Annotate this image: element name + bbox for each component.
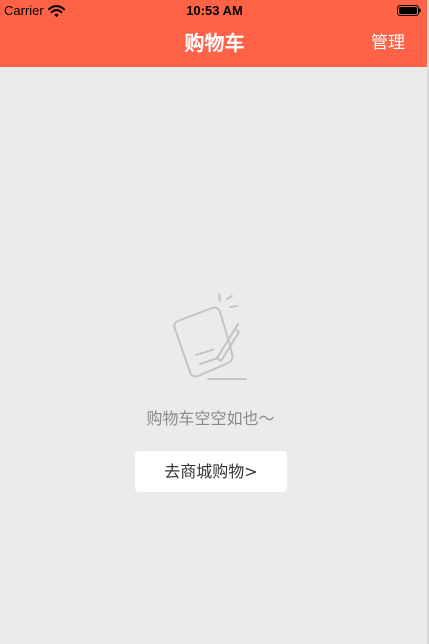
battery-icon: [397, 5, 421, 16]
empty-cart-message: 购物车空空如也～: [146, 409, 275, 428]
empty-cart-document-icon: [173, 293, 247, 380]
navigation-bar: 购物车 管理: [0, 22, 429, 67]
status-time: 10:53 AM: [186, 3, 243, 18]
status-bar: Carrier 10:53 AM: [0, 0, 429, 22]
page-title: 购物车: [184, 31, 245, 55]
cart-content: 购物车空空如也～ 去商城购物>: [0, 67, 429, 644]
go-shopping-button[interactable]: 去商城购物>: [135, 451, 287, 492]
cart-screen: Carrier 10:53 AM 购物车 管理 购物车空空如也～ 去商城购物>: [0, 0, 429, 644]
manage-button[interactable]: 管理: [371, 22, 405, 67]
header: Carrier 10:53 AM 购物车 管理: [0, 0, 429, 67]
